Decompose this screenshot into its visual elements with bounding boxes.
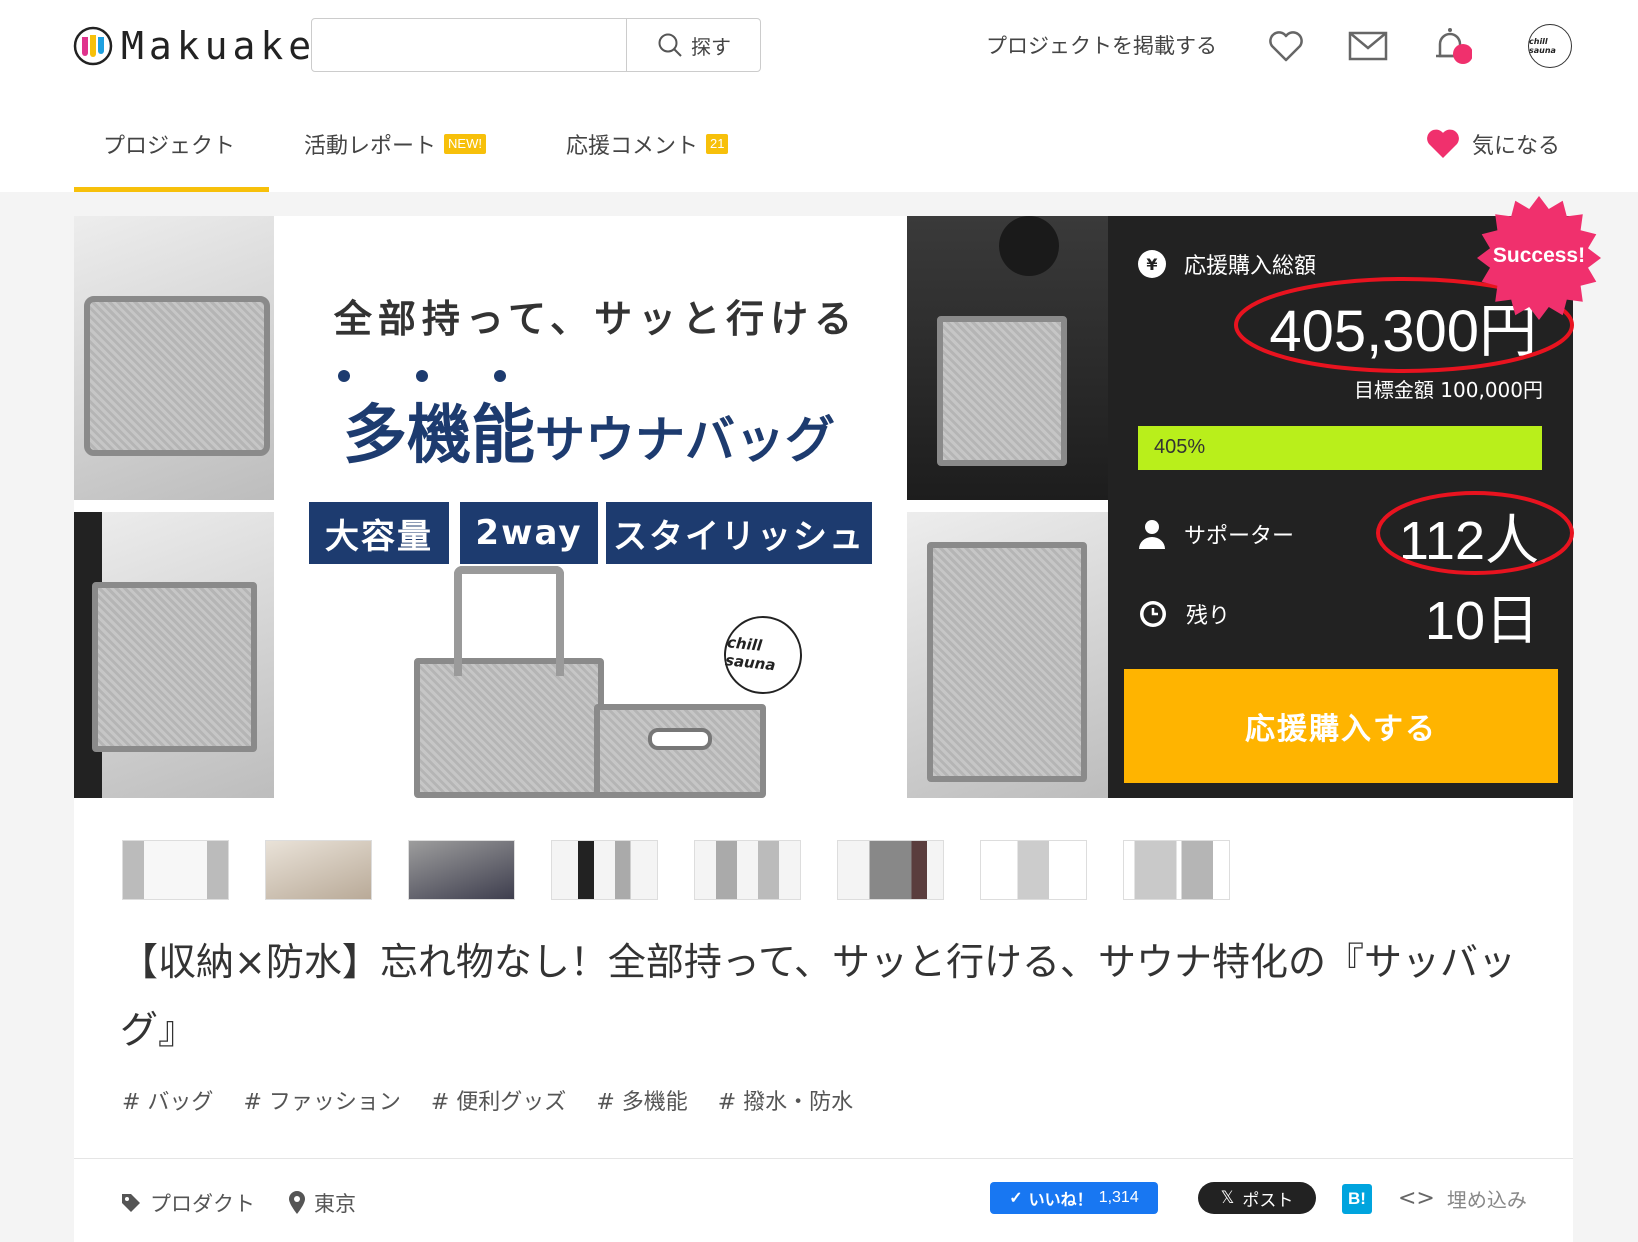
- main-project-image[interactable]: 全部持って、サッと行ける 多機能サウナバッグ 大容量 2way スタイリッシュ …: [74, 216, 1108, 798]
- heart-filled-icon: [1427, 129, 1459, 158]
- post-project-link[interactable]: プロジェクトを掲載する: [986, 30, 1217, 60]
- thumbnail[interactable]: [837, 840, 944, 900]
- makuake-logo[interactable]: Makuake: [73, 24, 316, 68]
- comment-count-badge: 21: [706, 134, 729, 154]
- category-link[interactable]: プロダクト: [120, 1188, 255, 1218]
- like-button[interactable]: ✓ いいね！ 1,314: [990, 1182, 1158, 1214]
- search-icon: [658, 33, 682, 57]
- search-button[interactable]: 探す: [628, 19, 760, 71]
- thumbnail[interactable]: [980, 840, 1087, 900]
- tab-activity-report-label: 活動レポート: [304, 134, 437, 159]
- bell-icon[interactable]: [1428, 24, 1472, 68]
- tag-link[interactable]: # 便利グッズ: [431, 1084, 566, 1116]
- hero-headline: 全部持って、サッと行ける: [333, 297, 859, 341]
- favorite-button[interactable]: 気になる: [1426, 128, 1560, 160]
- supporters-value: 112人: [1398, 511, 1539, 571]
- clock-icon: [1140, 601, 1166, 627]
- tab-comments-label: 応援コメント: [566, 134, 699, 159]
- success-badge: Success!: [1492, 244, 1586, 267]
- active-tab-indicator: [74, 187, 269, 192]
- tag-icon: [122, 1194, 140, 1212]
- embed-label: 埋め込み: [1446, 1188, 1527, 1212]
- tag-link[interactable]: # バッグ: [122, 1084, 213, 1116]
- thumbnail[interactable]: [408, 840, 515, 900]
- favorite-label: 気になる: [1472, 134, 1561, 159]
- new-badge: NEW!: [444, 134, 486, 154]
- photo-bag-contents: [74, 216, 274, 500]
- total-amount-row: ¥ 応援購入総額: [1138, 248, 1316, 280]
- remaining-value: 10日: [1424, 591, 1539, 651]
- brand-logo: chill sauna: [720, 612, 806, 698]
- tab-project[interactable]: プロジェクト: [103, 128, 235, 160]
- search-box: 探す: [311, 18, 761, 72]
- feature-capacity: 大容量: [309, 502, 449, 564]
- goal-amount: 目標金額 100,000円: [1353, 378, 1543, 402]
- like-count: 1,314: [1098, 1189, 1139, 1206]
- photo-bag-handheld: [907, 512, 1108, 798]
- tag-link[interactable]: # 多機能: [596, 1084, 687, 1116]
- check-icon: ✓: [1009, 1190, 1023, 1207]
- tab-activity-report[interactable]: 活動レポート NEW!: [304, 128, 486, 160]
- total-label: 応援購入総額: [1184, 254, 1317, 279]
- tag-list: # バッグ # ファッション # 便利グッズ # 多機能 # 撥水・防水: [122, 1084, 853, 1116]
- progress-bar: 405%: [1138, 426, 1542, 470]
- person-icon: [1139, 520, 1165, 549]
- thumbnail-strip: [122, 840, 1230, 900]
- yen-icon: ¥: [1138, 250, 1166, 278]
- tab-comments[interactable]: 応援コメント 21: [566, 128, 729, 160]
- hero-title: 多機能サウナバッグ: [299, 384, 879, 476]
- emphasis-dots: [338, 370, 538, 384]
- post-label: ポスト: [1242, 1190, 1294, 1211]
- hatena-bookmark-button[interactable]: B!: [1342, 1184, 1372, 1214]
- supporters-row: サポーター: [1138, 518, 1294, 550]
- category-label: プロダクト: [150, 1192, 255, 1216]
- location-pin-icon: [289, 1191, 305, 1214]
- avatar[interactable]: chill sauna: [1528, 24, 1572, 68]
- remaining-label: 残り: [1186, 604, 1231, 629]
- makuake-logo-icon: [73, 26, 113, 66]
- hero-bag-large: [414, 658, 604, 798]
- project-title: 【収納×防水】忘れ物なし！全部持って、サッと行ける、サウナ特化の『サッバッグ』: [120, 940, 1517, 1052]
- hero-title-main: 多機能: [343, 399, 535, 473]
- embed-button[interactable]: <> 埋め込み: [1398, 1184, 1527, 1213]
- feature-stylish: スタイリッシュ: [606, 502, 872, 564]
- thumbnail[interactable]: [694, 840, 801, 900]
- site-header: Makuake 探す プロジェクトを掲載する chill sauna プロジェク…: [0, 0, 1638, 192]
- thumbnail[interactable]: [122, 840, 229, 900]
- progress-label: 405%: [1154, 436, 1206, 458]
- x-logo-icon: 𝕏: [1220, 1188, 1235, 1208]
- photo-bag-shoulder: [907, 216, 1108, 500]
- like-label: いいね！: [1028, 1192, 1093, 1209]
- support-purchase-button[interactable]: 応援購入する: [1124, 669, 1558, 783]
- feature-2way: 2way: [460, 502, 598, 564]
- thumbnail[interactable]: [551, 840, 658, 900]
- location-label: 東京: [314, 1192, 356, 1216]
- remaining-row: 残り: [1138, 598, 1230, 630]
- code-icon: <>: [1398, 1186, 1435, 1211]
- hero-bag-small: [594, 704, 766, 798]
- tag-link[interactable]: # ファッション: [243, 1084, 400, 1116]
- heart-icon[interactable]: [1264, 24, 1308, 68]
- mail-icon[interactable]: [1346, 24, 1390, 68]
- supporters-label: サポーター: [1184, 524, 1295, 549]
- x-post-button[interactable]: 𝕏 ポスト: [1198, 1182, 1316, 1214]
- hero-title-sub: サウナバッグ: [535, 411, 835, 469]
- logo-text: Makuake: [121, 24, 317, 68]
- tag-link[interactable]: # 撥水・防水: [718, 1084, 853, 1116]
- search-button-label: 探す: [691, 34, 731, 59]
- thumbnail[interactable]: [265, 840, 372, 900]
- thumbnail[interactable]: [1123, 840, 1230, 900]
- search-input[interactable]: [312, 19, 627, 71]
- location-link[interactable]: 東京: [288, 1188, 356, 1218]
- tab-project-label: プロジェクト: [103, 134, 236, 159]
- photo-bag-carried: [74, 512, 274, 798]
